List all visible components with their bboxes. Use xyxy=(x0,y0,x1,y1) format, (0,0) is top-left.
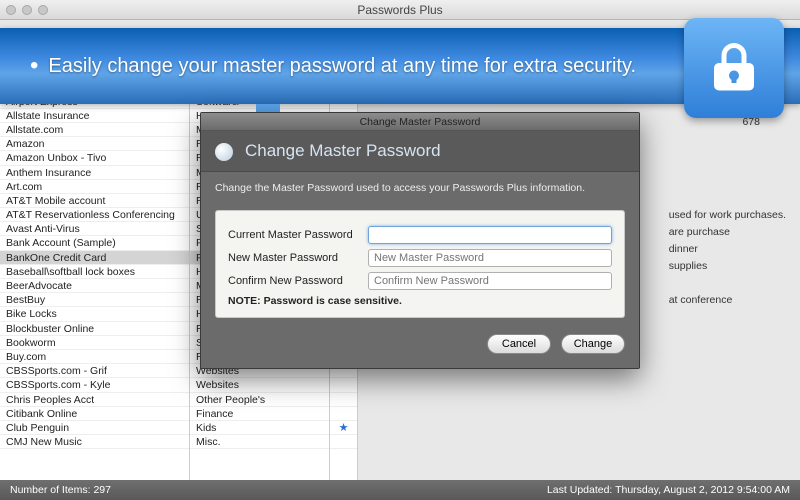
item-count: Number of Items: 297 xyxy=(10,484,111,496)
dialog-form: Current Master Password New Master Passw… xyxy=(215,210,625,318)
list-item-name[interactable]: AT&T Reservationless Conferencing xyxy=(0,208,189,222)
lock-icon xyxy=(684,18,784,118)
input-current-password[interactable] xyxy=(368,226,612,244)
last-updated: Last Updated: Thursday, August 2, 2012 9… xyxy=(547,484,790,496)
list-item-name[interactable]: Allstate.com xyxy=(0,123,189,137)
list-item-name[interactable]: BeerAdvocate xyxy=(0,279,189,293)
change-master-password-dialog: Change Master Password Change Master Pas… xyxy=(200,112,640,369)
column-name[interactable]: AdobeAdobe DevAdobe IDAirport ExpressAll… xyxy=(0,52,190,480)
list-item-name[interactable]: BankOne Credit Card xyxy=(0,251,189,265)
change-button[interactable]: Change xyxy=(561,334,625,354)
marketing-banner: • Easily change your master password at … xyxy=(0,28,800,104)
input-confirm-password[interactable] xyxy=(368,272,612,290)
list-item-name[interactable]: AT&T Mobile account xyxy=(0,194,189,208)
window-title: Passwords Plus xyxy=(0,3,800,17)
detail-line: supplies xyxy=(669,259,786,274)
detail-line: at conference xyxy=(669,293,786,308)
list-item-name[interactable]: Amazon Unbox - Tivo xyxy=(0,151,189,165)
list-item-name[interactable]: Club Penguin xyxy=(0,421,189,435)
list-item-star[interactable] xyxy=(330,378,357,392)
list-item-name[interactable]: Amazon xyxy=(0,137,189,151)
dialog-titlebar: Change Master Password xyxy=(201,113,639,131)
list-item-name[interactable]: Avast Anti-Virus xyxy=(0,222,189,236)
list-item-star[interactable] xyxy=(330,435,357,449)
dialog-header: Change Master Password xyxy=(201,131,639,172)
list-item-category[interactable]: Kids xyxy=(190,421,329,435)
list-item-name[interactable]: Chris Peoples Acct xyxy=(0,393,189,407)
list-item-name[interactable]: Allstate Insurance xyxy=(0,109,189,123)
list-item-star[interactable]: ★ xyxy=(330,421,357,435)
window-titlebar: Passwords Plus xyxy=(0,0,800,20)
list-item-category[interactable]: Finance xyxy=(190,407,329,421)
list-item-star[interactable] xyxy=(330,393,357,407)
dialog-header-icon xyxy=(215,143,233,161)
list-item-name[interactable]: Baseball\softball lock boxes xyxy=(0,265,189,279)
banner-text: Easily change your master password at an… xyxy=(48,54,636,79)
list-item-star[interactable] xyxy=(330,407,357,421)
label-confirm-password: Confirm New Password xyxy=(228,275,368,287)
dialog-note: NOTE: Password is case sensitive. xyxy=(228,295,612,307)
label-new-password: New Master Password xyxy=(228,252,368,264)
label-current-password: Current Master Password xyxy=(228,229,368,241)
detail-line: are purchase xyxy=(669,225,786,240)
detail-line: used for work purchases. xyxy=(669,208,786,223)
list-item-name[interactable]: Buy.com xyxy=(0,350,189,364)
dialog-description: Change the Master Password used to acces… xyxy=(201,172,639,204)
detail-line xyxy=(669,276,786,291)
dialog-button-row: Cancel Change xyxy=(201,324,639,368)
dialog-header-text: Change Master Password xyxy=(245,141,441,160)
list-item-category[interactable]: Websites xyxy=(190,378,329,392)
list-item-name[interactable]: BestBuy xyxy=(0,293,189,307)
list-item-name[interactable]: Bank Account (Sample) xyxy=(0,236,189,250)
detail-line: dinner xyxy=(669,242,786,257)
list-item-name[interactable]: CBSSports.com - Kyle xyxy=(0,378,189,392)
list-item-name[interactable]: Bookworm xyxy=(0,336,189,350)
status-bar: Number of Items: 297 Last Updated: Thurs… xyxy=(0,480,800,500)
list-item-name[interactable]: Bike Locks xyxy=(0,307,189,321)
list-item-name[interactable]: Citibank Online xyxy=(0,407,189,421)
cancel-button[interactable]: Cancel xyxy=(487,334,551,354)
list-item-category[interactable]: Misc. xyxy=(190,435,329,449)
list-item-name[interactable]: CMJ New Music xyxy=(0,435,189,449)
list-item-category[interactable]: Other People's xyxy=(190,393,329,407)
list-item-name[interactable]: Anthem Insurance xyxy=(0,166,189,180)
list-item-name[interactable]: Art.com xyxy=(0,180,189,194)
list-item-name[interactable]: Blockbuster Online xyxy=(0,322,189,336)
bullet-icon: • xyxy=(30,54,38,78)
list-item-name[interactable]: CBSSports.com - Grif xyxy=(0,364,189,378)
input-new-password[interactable] xyxy=(368,249,612,267)
